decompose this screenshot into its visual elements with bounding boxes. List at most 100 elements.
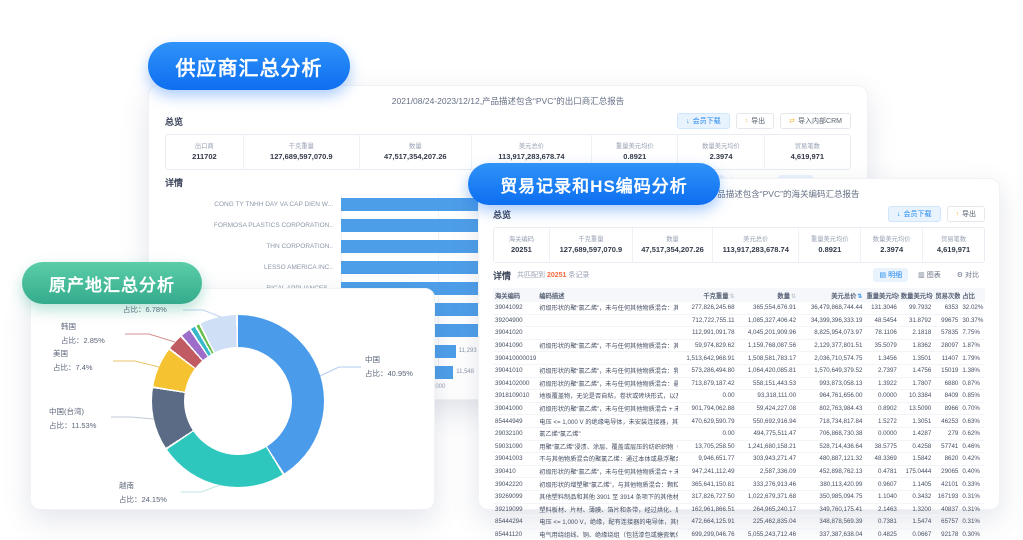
- callout-country: 美国: [53, 349, 68, 358]
- member-download-button[interactable]: ↓ 会员下载: [677, 113, 730, 129]
- value-cell: 0.31%: [960, 490, 985, 504]
- description-cell: 初级形状的聚“氯乙烯”，未与任何其他物质混合：悬浮级 PVC 树脂: [537, 377, 678, 391]
- table-row[interactable]: 39041010初级形状的聚“氯乙烯”，未与任何其他物质混合：乳液级 PVC 树…: [493, 364, 985, 378]
- origin-summary-panel: 中国 占比：40.95% 越南 占比：24.15% 中国(台湾) 占比：11.53% 美国占…: [30, 288, 435, 510]
- column-header[interactable]: 数量⇅: [736, 288, 799, 302]
- donut-callout: 越南 占比：24.15%: [119, 479, 167, 507]
- value-cell: 92178: [933, 528, 961, 540]
- export-button[interactable]: ↑ 导出: [735, 113, 775, 129]
- value-cell: 112,991,091.78: [677, 326, 737, 340]
- pvc-trade-dashboard: 2021/08/24-2023/12/12,产品描述包含“PVC”的出口商汇总报…: [0, 0, 1023, 540]
- table-row[interactable]: 39041090初级形状的聚“氯乙烯”，不与任何其他物质混合：其他管（氯乙烯）.…: [493, 339, 985, 353]
- description-cell: 其他塑料制品和其他 3901 至 3914 条项下的其他材料制品（不包括 961…: [537, 490, 678, 504]
- value-cell: 1.5272: [864, 414, 899, 428]
- table-row[interactable]: 39041000初级形状的聚“氯乙烯”，未与任何其他物质混合 + 未混合othe…: [493, 402, 985, 416]
- description-cell: [537, 314, 678, 328]
- table-row[interactable]: 85444294电压 <= 1,000 V，绝缘，配有连接器的电导体，其他：电压…: [493, 515, 985, 529]
- sort-icon[interactable]: ⇅: [791, 294, 796, 300]
- value-cell: 993,873,058.13: [798, 377, 865, 391]
- export-icon: ↑: [955, 210, 960, 218]
- summary-stat: 海关编码 20251: [494, 228, 550, 262]
- sort-icon[interactable]: ⇅: [730, 294, 735, 300]
- callout-percentage: 占比：40.95%: [365, 369, 413, 378]
- table-row[interactable]: 39041092初级形状的聚“氯乙烯”，未与任何其他物质混合：其他：粉末277,…: [493, 302, 985, 315]
- column-header[interactable]: 千克重量⇅: [677, 288, 737, 302]
- value-cell: 0.7381: [864, 515, 899, 529]
- hs-code-cell: 39219099: [493, 503, 538, 517]
- value-cell: 1.79%: [960, 351, 985, 365]
- value-cell: 0.70%: [960, 402, 985, 416]
- trade-hs-analysis-badge: 贸易记录和HS编码分析: [468, 163, 720, 205]
- table-row[interactable]: 39041020 112,991,091.78 4,045,201,909.96 8,…: [493, 326, 985, 340]
- table-row[interactable]: 39269099其他塑料制品和其他 3901 至 3914 条项下的其他材料制品…: [493, 490, 985, 504]
- value-cell: 1.3501: [898, 351, 934, 365]
- value-cell: 8966: [933, 402, 961, 416]
- hs-code-cell: 39269099: [493, 490, 538, 504]
- table-row[interactable]: 39219099塑料板材、片材、薄膜、箔片和条带，经过烘化、层压、支撑或与其他.…: [493, 503, 985, 517]
- value-cell: 303,943,271.47: [736, 452, 799, 466]
- value-cell: 8,825,954,073.97: [798, 326, 865, 340]
- value-cell: 99.7932: [898, 302, 934, 315]
- view-tab[interactable]: ▥图表: [912, 268, 947, 282]
- description-cell: [537, 326, 678, 340]
- summary-stat: 千克重量 127,689,597,070.9: [244, 135, 360, 169]
- import-crm-button[interactable]: ⇄ 导入内部CRM: [780, 113, 851, 129]
- export-button[interactable]: ↑ 导出: [946, 206, 985, 222]
- hs-code-cell: 59031090: [493, 440, 538, 454]
- value-cell: 1,513,642,968.91: [677, 351, 737, 365]
- donut-callout: 美国 占比：7.4%: [53, 347, 93, 375]
- value-cell: 350,985,094.75: [798, 490, 865, 504]
- table-row[interactable]: 85444949电压 <= 1,000 V 的绝缘电导体，未安装连接器，其他电缆…: [493, 414, 985, 428]
- value-cell: 0.40%: [960, 465, 985, 479]
- table-row[interactable]: 59031090用聚“氯乙烯”浸渍、涂层、覆盖或层压的纺织织物（不包括用聚“氯乙…: [493, 440, 985, 454]
- table-row[interactable]: 39042220 初级形状的增塑聚“氯乙烯”，与其他物质混合：颗粒 365,641,…: [493, 477, 985, 491]
- bar-category-label: THN CORPORATION..: [266, 243, 333, 250]
- value-cell: 2.7397: [864, 364, 899, 378]
- value-cell: 167193: [933, 490, 961, 504]
- value-cell: 1.1405: [898, 477, 934, 491]
- value-cell: 365,554,676.91: [736, 302, 799, 315]
- table-row[interactable]: 390410000019 1,513,642,968.91 1,508,581,78…: [493, 351, 985, 365]
- value-cell: 528,714,436.64: [798, 440, 865, 454]
- member-download-button[interactable]: ↓ 会员下载: [888, 206, 941, 222]
- column-header[interactable]: 贸易次数⇅: [933, 288, 961, 302]
- table-row[interactable]: 3904102000初级形状的聚“氯乙烯”，未与任何其他物质混合：悬浮级 PVC…: [493, 377, 985, 391]
- table-row[interactable]: 85441120电气用绕组线、铜、绝缘绕组（包括漆包或搪瓷氧化）电缆、电线（包.…: [493, 528, 985, 540]
- value-cell: 2,587,336.09: [736, 465, 799, 479]
- value-cell: 0.9607: [864, 477, 899, 491]
- summary-stat: 数量 47,517,354,207.26: [360, 135, 472, 169]
- matched-count: 20251: [546, 272, 567, 279]
- sort-icon[interactable]: ⇅: [857, 294, 862, 300]
- view-tab[interactable]: ▤明细: [873, 268, 909, 282]
- value-cell: 35.5079: [864, 339, 899, 353]
- value-cell: 31.8792: [898, 314, 934, 328]
- value-cell: 59,974,829.62: [677, 339, 737, 353]
- view-tab[interactable]: ⚙对比: [951, 268, 985, 282]
- value-cell: 59,424,227.08: [736, 402, 799, 416]
- hs-code-cell: 29032100: [493, 427, 538, 441]
- description-cell: 地板覆盖物，无论是否自粘，卷状或砖块形式，以及墙壁或天花板覆盖...: [537, 389, 678, 403]
- chart-icon: ▥: [918, 272, 925, 279]
- description-cell: 初级形状的聚“氯乙烯”，未与任何其他物质混合 + 未混合other标签 +: [537, 465, 678, 479]
- table-row[interactable]: 39041003不与其他物质混合的聚氯乙烯：通过本体或悬浮聚合工艺获得的聚氯乙.…: [493, 452, 985, 466]
- column-header: 海关编码: [493, 288, 538, 302]
- donut-callout: 中国(台湾) 占比：11.53%: [49, 405, 96, 433]
- value-cell: 28097: [933, 339, 961, 353]
- value-cell: 713,879,187.42: [677, 377, 737, 391]
- hs-code-cell: 39041092: [493, 302, 538, 315]
- table-row[interactable]: 39204900 712,722,755.11 1,085,327,406.42 34…: [493, 314, 985, 328]
- callout-percentage: 占比：11.53%: [49, 421, 97, 430]
- value-cell: 7.75%: [960, 326, 985, 340]
- table-row[interactable]: 3918109010地板覆盖物，无论是否自粘，卷状或砖块形式，以及墙壁或天花板覆…: [493, 389, 985, 403]
- value-cell: 8620: [933, 452, 961, 466]
- value-cell: 57835: [933, 326, 961, 340]
- value-cell: 1.5474: [898, 515, 934, 529]
- summary-stat: 重量美元均价 0.8921: [799, 228, 862, 262]
- table-row[interactable]: 29032100 氯乙烯“氯乙烯” 0.00 494,775,511.47 706,86…: [493, 427, 985, 441]
- column-header: 数量美元均价: [898, 288, 934, 302]
- column-header[interactable]: 美元总价⇅: [798, 288, 865, 302]
- value-cell: 1.3200: [898, 503, 934, 517]
- summary-stat: 贸易笔数 4,619,971: [936, 236, 971, 254]
- table-row[interactable]: 390410初级形状的聚“氯乙烯”，未与任何其他物质混合 + 未混合other标…: [493, 465, 985, 479]
- value-cell: 1.38%: [960, 364, 985, 378]
